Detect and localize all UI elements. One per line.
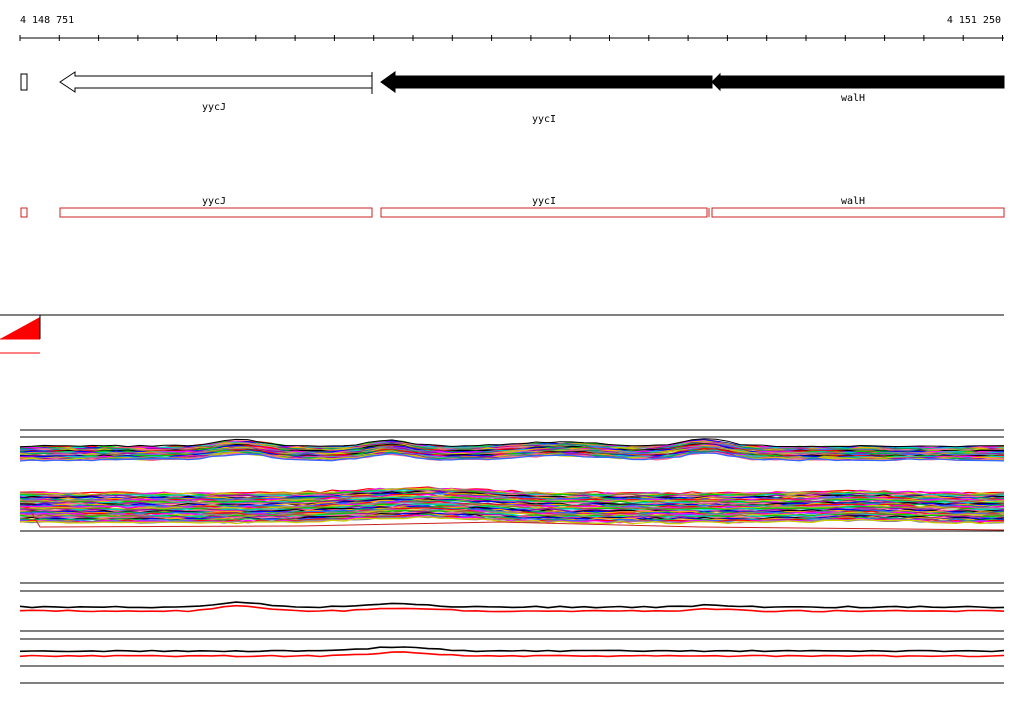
gene-arrow-yycJ[interactable] (59, 71, 373, 93)
profile-lines-upper (19, 438, 1005, 462)
comparison-line-red (19, 651, 1005, 658)
end-coordinate: 4 151 250 (947, 15, 1001, 26)
gene-fragment-left[interactable] (20, 73, 28, 91)
coverage-wedge (0, 317, 40, 339)
segment-label-yycJ: yycJ (202, 196, 226, 207)
transcript-track[interactable]: yycJ yycI walH (20, 196, 1005, 218)
segment-label-yycI: yycI (532, 196, 556, 207)
gene-label-yycI: yycI (532, 114, 556, 125)
coordinate-ruler: 4 148 751 4 151 250 (19, 15, 1004, 41)
segment-yycI[interactable] (380, 207, 708, 218)
segment-label-walH: walH (841, 196, 865, 207)
comparison-lines-a (19, 601, 1005, 613)
gene-arrow-walH[interactable] (711, 72, 1005, 92)
segment-yycJ[interactable] (59, 207, 373, 218)
gene-label-yycJ: yycJ (202, 102, 226, 113)
start-coordinate: 4 148 751 (20, 15, 74, 26)
segment-fragment-left[interactable] (20, 207, 28, 218)
profile-lines-lower (19, 486, 1005, 531)
genome-browser: 4 148 751 4 151 250 yycJ yycI walH yycJ … (0, 15, 1005, 684)
annotation-track[interactable]: yycJ yycI walH (20, 71, 1005, 125)
expression-profiles-panel (19, 429, 1005, 532)
comparison-line-black (19, 601, 1005, 609)
gene-label-walH: walH (841, 93, 865, 104)
gene-arrow-yycI[interactable] (380, 71, 713, 93)
comparison-lines-b (19, 646, 1005, 658)
comparison-panel (19, 582, 1005, 684)
segment-walH[interactable] (711, 207, 1005, 218)
coverage-panel (0, 314, 1004, 354)
comparison-line-black (19, 646, 1005, 653)
